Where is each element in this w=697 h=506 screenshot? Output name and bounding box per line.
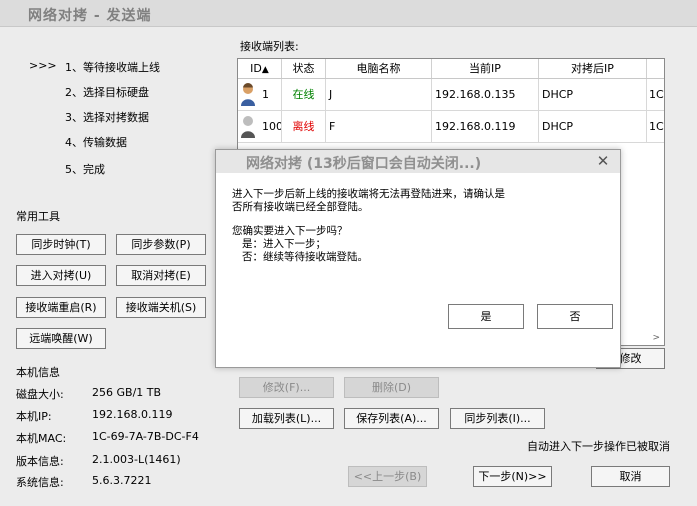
extra-column: 1C- <box>649 120 664 133</box>
prev-button[interactable]: <<上一步(B) <box>348 466 427 487</box>
enter-copy-button[interactable]: 进入对拷(U) <box>16 265 106 286</box>
step-1: 1、等待接收端上线 <box>65 61 160 74</box>
step-4: 4、传输数据 <box>65 136 127 149</box>
confirm-dialog: 网络对拷 (13秒后窗口会自动关闭...) ✕ 进入下一步后新上线的接收端将无法… <box>215 149 621 368</box>
scroll-right-icon[interactable]: > <box>652 333 660 343</box>
row-id-cell: 100 <box>238 111 282 142</box>
current-ip: 192.168.0.135 <box>432 79 539 110</box>
after-ip: DHCP <box>539 79 647 110</box>
computer-name: F <box>326 111 432 142</box>
dialog-no-hint: 否：继续等待接收端登陆。 <box>242 251 368 263</box>
current-step-marker: >>> <box>29 59 57 72</box>
table-row[interactable]: 1 在线 J 192.168.0.135 DHCP 1C- <box>238 79 664 111</box>
dialog-yes-hint: 是：进入下一步； <box>242 238 326 250</box>
user-offline-icon <box>241 116 255 138</box>
cancel-copy-button[interactable]: 取消对拷(E) <box>116 265 206 286</box>
computer-name: J <box>326 79 432 110</box>
delete-button[interactable]: 删除(D) <box>344 377 439 398</box>
row-id-cell: 1 <box>238 79 282 110</box>
column-status[interactable]: 状态 <box>282 59 326 78</box>
sync-params-button[interactable]: 同步参数(P) <box>116 234 206 255</box>
window-title: 网络对拷 - 发送端 <box>28 8 152 24</box>
column-id[interactable]: ID▲ <box>238 59 282 78</box>
disk-size-label: 磁盘大小: <box>16 388 64 401</box>
column-current-ip[interactable]: 当前IP <box>432 59 539 78</box>
user-online-icon <box>241 83 255 106</box>
extra-column: 1C- <box>649 88 664 101</box>
receiver-list-label: 接收端列表: <box>240 40 299 53</box>
close-icon[interactable]: ✕ <box>594 152 612 170</box>
column-after-ip[interactable]: 对拷后IP <box>539 59 647 78</box>
column-computer-name[interactable]: 电脑名称 <box>326 59 432 78</box>
column-id-label: ID <box>250 62 262 75</box>
system-value: 5.6.3.7221 <box>92 474 152 487</box>
restart-receiver-button[interactable]: 接收端重启(R) <box>16 297 106 318</box>
arrow-up-icon: ▲ <box>261 65 269 75</box>
window-titlebar: 网络对拷 - 发送端 <box>0 0 697 27</box>
info-heading: 本机信息 <box>16 366 60 379</box>
list-header: ID▲ 状态 电脑名称 当前IP 对拷后IP <box>238 59 664 79</box>
dialog-message-line1: 进入下一步后新上线的接收端将无法再登陆进来，请确认是 <box>232 188 505 200</box>
status-badge: 离线 <box>282 111 326 142</box>
auto-step-notice: 自动进入下一步操作已被取消 <box>527 440 670 453</box>
row-id: 1 <box>262 88 269 101</box>
sync-list-button[interactable]: 同步列表(I)... <box>450 408 545 429</box>
dialog-message-line2: 否所有接收端已经全部登陆。 <box>232 201 369 213</box>
shutdown-receiver-button[interactable]: 接收端关机(S) <box>116 297 206 318</box>
modify-button[interactable]: 修改(F)... <box>239 377 334 398</box>
yes-button[interactable]: 是 <box>448 304 524 329</box>
cancel-button[interactable]: 取消 <box>591 466 670 487</box>
next-button[interactable]: 下一步(N)>> <box>473 466 552 487</box>
dialog-title: 网络对拷 (13秒后窗口会自动关闭...) <box>246 156 482 172</box>
step-2: 2、选择目标硬盘 <box>65 86 149 99</box>
load-list-button[interactable]: 加载列表(L)... <box>239 408 334 429</box>
system-label: 系统信息: <box>16 476 64 489</box>
current-ip: 192.168.0.119 <box>432 111 539 142</box>
step-3: 3、选择对拷数据 <box>65 111 149 124</box>
sync-clock-button[interactable]: 同步时钟(T) <box>16 234 106 255</box>
mac-label: 本机MAC: <box>16 432 67 445</box>
remote-wake-button[interactable]: 远端唤醒(W) <box>16 328 106 349</box>
version-value: 2.1.003-L(1461) <box>92 453 181 466</box>
table-row[interactable]: 100 离线 F 192.168.0.119 DHCP 1C- <box>238 111 664 143</box>
column-extra <box>647 59 664 78</box>
after-ip: DHCP <box>539 111 647 142</box>
dialog-question: 您确实要进入下一步吗？ <box>232 225 348 237</box>
mac-value: 1C-69-7A-7B-DC-F4 <box>92 430 199 443</box>
row-id: 100 <box>262 120 282 133</box>
status-badge: 在线 <box>282 79 326 110</box>
step-5: 5、完成 <box>65 163 105 176</box>
version-label: 版本信息: <box>16 455 64 468</box>
tools-heading: 常用工具 <box>16 210 60 223</box>
ip-label: 本机IP: <box>16 410 52 423</box>
save-list-button[interactable]: 保存列表(A)... <box>344 408 439 429</box>
dialog-titlebar: 网络对拷 (13秒后窗口会自动关闭...) ✕ <box>216 150 620 173</box>
no-button[interactable]: 否 <box>537 304 613 329</box>
disk-size-value: 256 GB/1 TB <box>92 386 162 399</box>
ip-value: 192.168.0.119 <box>92 408 173 421</box>
